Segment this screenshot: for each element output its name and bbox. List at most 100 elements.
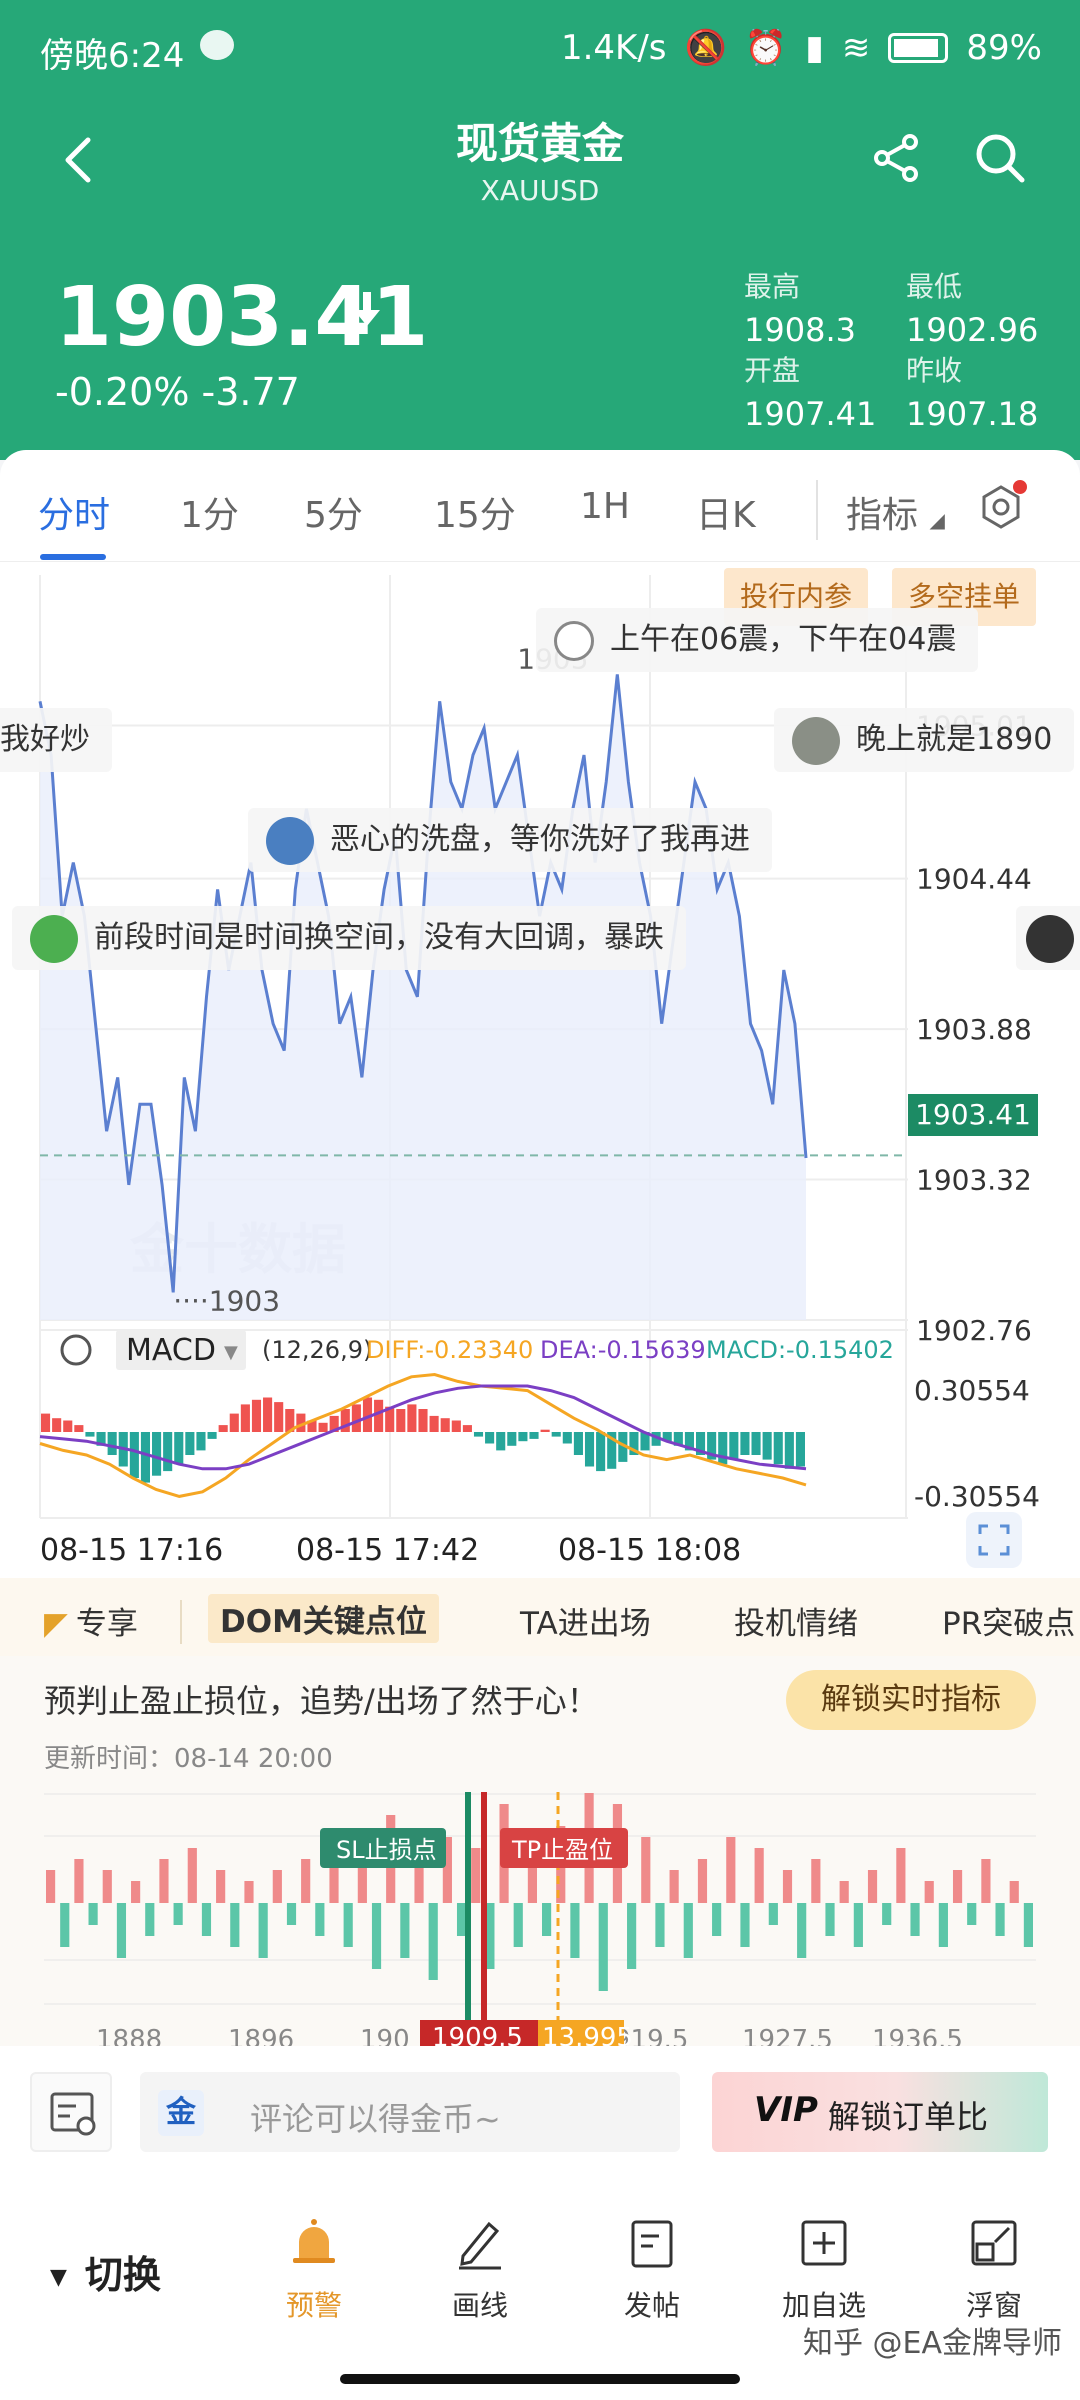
dom-bar [272,1870,282,1903]
danmu-comment[interactable]: 上午在06震，下午在04震 [536,608,979,672]
dom-bar [910,1903,920,1936]
macd-value: MACD:-0.15402 [706,1336,894,1364]
macd-bar [185,1432,195,1455]
macd-bar [762,1432,772,1460]
nav-floating-window[interactable]: 浮窗 [934,2214,1054,2324]
signal-tabs: ◤ 专享 DOM关键点位 TA进出场 投机情绪 PR突破点 [0,1578,1080,1656]
macd-bar [518,1432,528,1442]
tab-1min[interactable]: 1分 [180,486,239,538]
dom-bar [159,1859,169,1903]
add-square-icon [801,2220,847,2266]
search-icon[interactable] [972,130,1028,186]
vip-unlock-button[interactable]: VIP 解锁订单比 [712,2072,1048,2152]
macd-bar [240,1404,250,1432]
user-avatar [1026,914,1074,963]
macd-bar [229,1413,239,1432]
macd-bar [485,1432,495,1444]
order-form-icon[interactable] [30,2072,112,2152]
share-icon[interactable] [868,130,924,186]
macd-y-tick: -0.30554 [914,1480,1040,1513]
tab-dom-keylevels[interactable]: DOM关键点位 [208,1594,439,1643]
macd-bar [207,1432,217,1439]
macd-bar [440,1418,450,1432]
dom-chart: SL止损点 TP止盈位1888 1896 190 919.5 1927.5 1936.519… [44,1792,1036,2046]
dom-bar [995,1903,1005,1936]
stat-low: 最低 1902.96 [906,270,1039,349]
dom-bar [301,1859,311,1903]
comment-input[interactable]: 金 评论可以得金币~ [140,2072,680,2152]
tab-exclusive[interactable]: ◤ 专享 [44,1598,138,1643]
dom-bar [641,1837,651,1903]
dom-bar [513,1903,523,1947]
x-tick-label: 08-15 18:08 [558,1533,741,1568]
nav-alert[interactable]: 预警 [254,2214,374,2324]
tab-indicator[interactable]: 指标 ◢ [846,486,945,538]
macd-settings-icon [60,1334,92,1366]
tab-15min[interactable]: 15分 [434,486,516,538]
macd-bar [263,1397,273,1432]
dom-bar [683,1903,693,1958]
macd-bar [496,1432,506,1451]
dom-axis-label: 1936.5 [872,2025,963,2046]
macd-bar [473,1432,484,1437]
y-tick-label: 1902.76 [916,1314,1032,1347]
tab-daily[interactable]: 日K [696,486,756,538]
macd-bar [396,1409,406,1432]
tab-1h[interactable]: 1H [580,486,630,527]
macd-bar [251,1399,262,1432]
dom-bar [669,1870,679,1903]
dom-bar [598,1903,608,1991]
switch-button[interactable]: ▼ 切换 [50,2244,161,2299]
x-tick-label: 08-15 17:16 [40,1533,223,1568]
nav-post[interactable]: 发帖 [592,2214,712,2324]
macd-label: MACD [126,1333,216,1368]
quote-header: 傍晚6:24 1.4K/s 🔕 ⏰ ▮ ≋ 89% 现货黄金 XAUUSD 19… [0,0,1080,460]
danmu-comment[interactable] [1016,906,1080,970]
home-indicator[interactable] [340,2374,740,2384]
dom-bar [754,1848,764,1903]
danmu-comment[interactable]: 晚上就是1890 [774,708,1075,772]
macd-bar [418,1409,428,1432]
danmu-comment[interactable]: 前段时间是时间换空间，没有大回调，暴跌 [12,906,686,970]
current-price-tag: 1903.41 [908,1094,1038,1136]
danmu-comment[interactable]: 恶心的洗盘，等你洗好了我再进 [248,808,772,872]
macd-bar [773,1432,783,1465]
stat-open: 开盘 1907.41 [744,354,877,433]
fullscreen-icon[interactable] [966,1512,1022,1568]
stat-high: 最高 1908.3 [744,270,856,349]
y-tick-label: 1903.32 [916,1164,1032,1197]
macd-bar [163,1432,173,1472]
macd-bar [274,1402,284,1432]
nav-add-watchlist[interactable]: 加自选 [764,2214,884,2324]
macd-params: (12,26,9) [262,1336,372,1364]
bell-icon [293,2219,335,2263]
dom-bar [286,1903,297,1925]
macd-bar [529,1432,539,1439]
dom-bar [967,1903,977,1925]
macd-dea: DEA:-0.15639 [540,1336,706,1364]
tab-ta-entry[interactable]: TA进出场 [520,1598,651,1643]
macd-bar [507,1432,517,1446]
danmu-comment[interactable]: 我好炒 [0,708,112,772]
unlock-indicator-button[interactable]: 解锁实时指标 [786,1670,1036,1730]
dom-bar [655,1903,665,1947]
tab-sentiment[interactable]: 投机情绪 [734,1598,858,1643]
source-watermark: 知乎 @EA金牌导师 [802,2326,1062,2361]
macd-bar [407,1404,417,1432]
macd-bar [540,1429,550,1432]
user-avatar [30,914,78,963]
tab-timeshare[interactable]: 分时 [38,486,110,538]
dom-bar [924,1881,934,1903]
tab-5min[interactable]: 5分 [304,486,363,538]
macd-bar [140,1432,151,1483]
tab-breakout[interactable]: PR突破点 [942,1598,1075,1643]
user-avatar [554,620,594,661]
battery-icon [888,33,949,63]
price-area [40,674,806,1320]
dom-bar [258,1903,268,1958]
dom-axis-label: 190 [360,2025,410,2046]
dom-bar [428,1903,438,1980]
macd-bar [196,1432,206,1451]
nav-draw-line[interactable]: 画线 [420,2214,540,2324]
dom-bar [46,1870,56,1903]
